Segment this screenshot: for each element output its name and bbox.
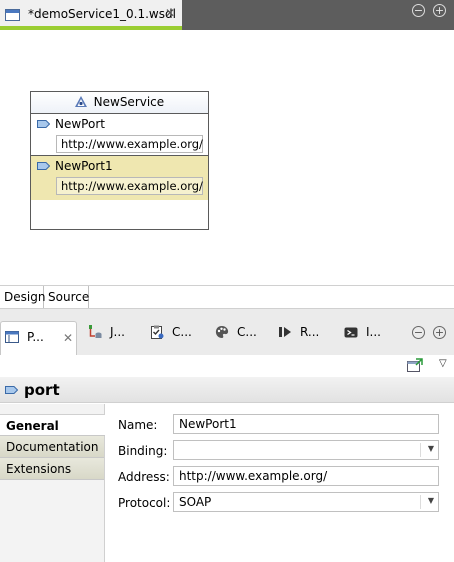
design-canvas[interactable]: NewService NewPort http://www.example.or… — [0, 30, 454, 285]
service-header[interactable]: NewService — [31, 92, 208, 114]
general-form: Name: NewPort1 Binding: ▼ Address: http:… — [105, 404, 454, 562]
tab-label: P... — [27, 330, 44, 344]
minimize-icon[interactable]: − — [412, 326, 425, 339]
tab-label: C... — [172, 325, 192, 339]
service-name: NewService — [93, 95, 165, 109]
name-field[interactable]: NewPort1 — [173, 414, 439, 434]
port-address[interactable]: http://www.example.org/ — [56, 177, 203, 195]
protocol-select[interactable]: SOAP ▼ — [173, 492, 439, 512]
minimize-icon[interactable]: − — [412, 4, 425, 17]
view-menu-icon[interactable]: ▽ — [439, 358, 447, 369]
tab-properties[interactable]: P... ✕ — [0, 321, 77, 356]
console-icon — [344, 327, 358, 338]
editor-tab-wsdl[interactable]: *demoService1_0.1.wsdl ✕ — [0, 0, 182, 30]
editor-mode-tabs: Design Source — [0, 285, 454, 309]
address-row: Address: http://www.example.org/ — [105, 466, 454, 488]
tab-run[interactable]: R... — [278, 325, 319, 347]
port-icon — [37, 162, 50, 170]
address-field[interactable]: http://www.example.org/ — [173, 466, 439, 486]
protocol-row: Protocol: SOAP ▼ — [105, 492, 454, 514]
tab-label: R... — [300, 325, 320, 339]
binding-row: Binding: ▼ — [105, 440, 454, 462]
close-icon[interactable]: ✕ — [165, 6, 175, 20]
tab-general[interactable]: General — [0, 414, 105, 436]
address-label: Address: — [118, 470, 170, 484]
name-label: Name: — [118, 418, 158, 432]
tab-checks[interactable]: C... — [150, 325, 192, 347]
port-name: NewPort — [55, 117, 105, 131]
palette-icon — [215, 326, 229, 338]
tab-jobs[interactable]: J... — [88, 325, 125, 347]
name-row: Name: NewPort1 — [105, 414, 454, 436]
tab-label: C... — [237, 325, 257, 339]
jobs-icon — [89, 325, 102, 338]
chevron-down-icon[interactable]: ▼ — [428, 444, 434, 453]
properties-icon — [5, 331, 19, 343]
tab-label: I... — [366, 325, 381, 339]
binding-label: Binding: — [118, 444, 168, 458]
tab-palette[interactable]: C... — [215, 325, 257, 347]
tab-source[interactable]: Source — [44, 286, 89, 309]
maximize-icon[interactable]: + — [433, 326, 446, 339]
tab-design[interactable]: Design — [0, 286, 45, 309]
port-node[interactable]: NewPort http://www.example.org/ — [31, 114, 208, 156]
port-name: NewPort1 — [55, 159, 113, 173]
protocol-value: SOAP — [179, 495, 212, 509]
editor-tab-title: *demoService1_0.1.wsdl — [28, 7, 176, 21]
protocol-label: Protocol: — [118, 496, 171, 510]
properties-side-tabs: General Documentation Extensions — [0, 404, 105, 562]
binding-select[interactable]: ▼ — [173, 440, 439, 460]
tab-extensions[interactable]: Extensions — [0, 458, 104, 480]
chevron-down-icon[interactable]: ▼ — [428, 496, 434, 505]
port-node-selected[interactable]: NewPort1 http://www.example.org/ — [31, 156, 208, 200]
editor-tab-bar: *demoService1_0.1.wsdl ✕ − + — [0, 0, 454, 30]
pin-editor-icon[interactable] — [407, 358, 423, 372]
properties-toolbar: ▽ — [0, 355, 454, 377]
tab-label: J... — [110, 325, 125, 339]
wsdl-file-icon — [5, 9, 20, 21]
run-icon — [279, 327, 291, 337]
service-node[interactable]: NewService NewPort http://www.example.or… — [30, 91, 209, 230]
close-icon[interactable]: ✕ — [63, 331, 73, 345]
properties-panel: ▽ port General Documentation Extensions … — [0, 355, 454, 562]
port-icon — [37, 120, 50, 128]
properties-title-bar: port — [0, 377, 454, 403]
port-icon — [5, 386, 18, 394]
tab-console[interactable]: I... — [344, 325, 381, 347]
clipboard-check-icon — [151, 325, 164, 339]
properties-title: port — [24, 381, 60, 399]
maximize-icon[interactable]: + — [433, 4, 446, 17]
tab-documentation[interactable]: Documentation — [0, 436, 104, 458]
port-address[interactable]: http://www.example.org/ — [56, 135, 203, 153]
views-tab-bar: P... ✕ J... C... C... R... I... − + — [0, 308, 454, 356]
service-icon — [74, 96, 87, 107]
